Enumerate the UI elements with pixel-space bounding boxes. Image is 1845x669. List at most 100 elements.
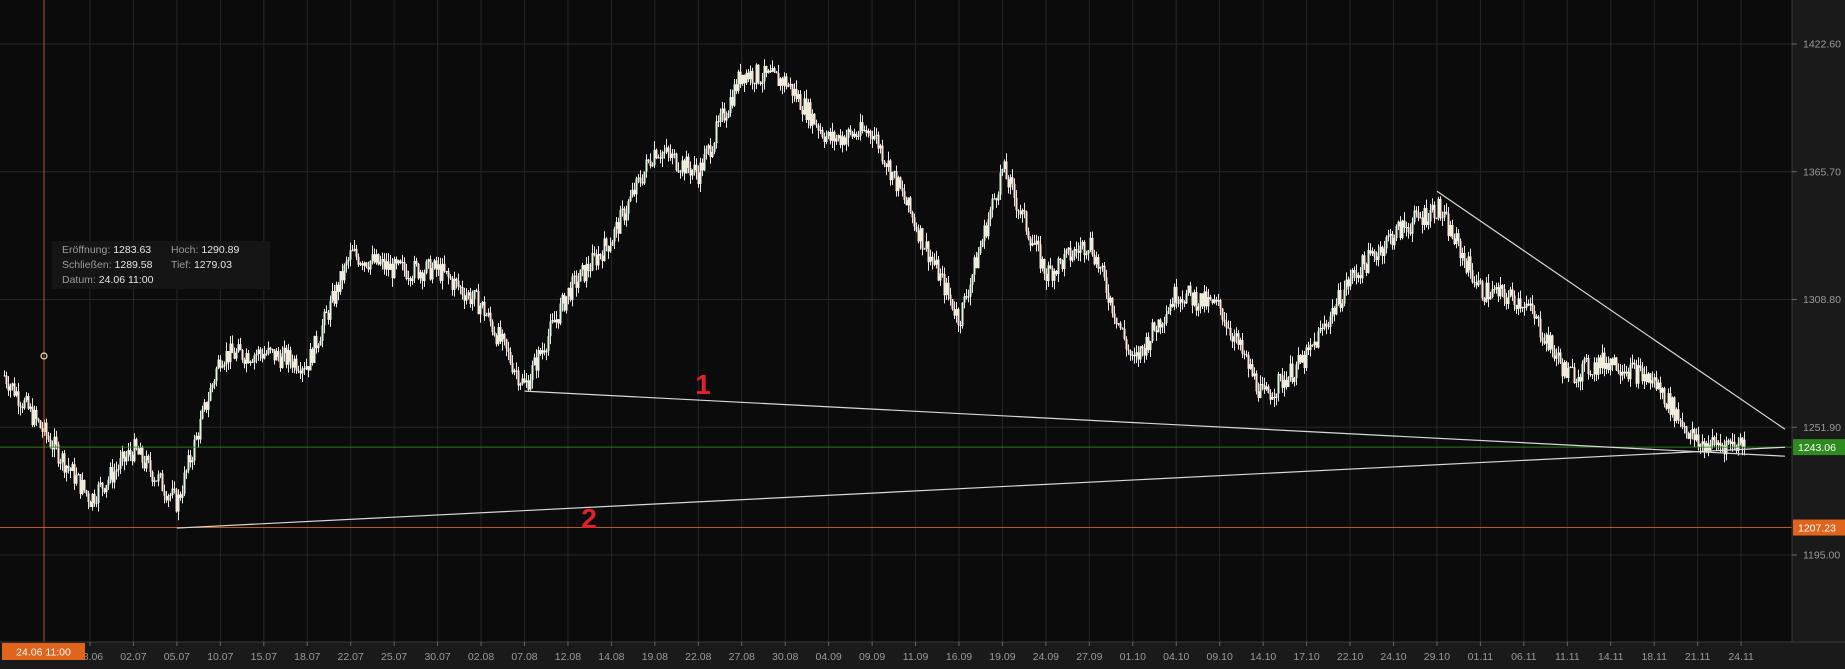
candle-down: [233, 353, 236, 359]
candle-up: [1117, 323, 1120, 325]
candle-up: [1583, 358, 1586, 364]
candle-up: [185, 470, 188, 473]
candle-up: [445, 271, 448, 273]
price-chart[interactable]: 1422.601365.701308.801251.901195.00 28.0…: [0, 0, 1845, 669]
candle-up: [847, 129, 850, 138]
candle-up: [837, 135, 840, 139]
candle-down: [247, 353, 250, 363]
candle-up: [819, 129, 822, 131]
candle-up: [1657, 382, 1660, 390]
candle-down: [141, 447, 144, 463]
candle-down: [469, 292, 472, 305]
candle-down: [395, 258, 398, 264]
candle-down: [1137, 352, 1140, 360]
candle-down: [155, 480, 158, 482]
candle-up: [653, 149, 656, 166]
candle-down: [461, 286, 464, 295]
candle-down: [17, 391, 20, 406]
candle-down: [197, 435, 200, 440]
candle-down: [687, 156, 690, 168]
candle-down: [1715, 440, 1718, 446]
candle-down: [675, 153, 678, 171]
candle-up: [961, 302, 964, 326]
chart-background: [0, 0, 1845, 669]
candle-up: [919, 228, 922, 242]
candle-up: [609, 245, 612, 252]
candle-down: [405, 270, 408, 279]
candle-down: [943, 274, 946, 296]
candle-up: [1323, 323, 1326, 329]
candle-up: [437, 264, 440, 270]
candle-down: [361, 263, 364, 266]
candle-up: [767, 70, 770, 73]
candle-up: [1081, 241, 1084, 246]
candle-up: [1253, 373, 1256, 377]
candle-down: [557, 319, 560, 324]
candle-down: [1245, 354, 1248, 356]
candle-down: [1693, 429, 1696, 441]
candle-up: [603, 238, 606, 262]
candle-down: [1359, 275, 1362, 279]
ohlc-info-panel: Eröffnung: 1283.63 Hoch: 1290.89 Schließ…: [52, 241, 270, 289]
ohlc-row-date: Datum: 24.06 11:00: [62, 273, 153, 288]
date-label: Datum:: [62, 274, 96, 286]
candle-up: [1283, 379, 1286, 388]
candle-down: [357, 256, 360, 265]
candle-up: [393, 258, 396, 279]
candle-up: [193, 439, 196, 461]
candle-down: [443, 263, 446, 272]
candle-down: [101, 482, 104, 489]
candle-down: [311, 348, 314, 363]
candle-down: [1353, 269, 1356, 273]
candle-down: [447, 271, 450, 277]
candle-down: [1333, 307, 1336, 315]
candle-down: [517, 370, 520, 386]
candle-up: [779, 78, 782, 86]
candle-up: [1349, 278, 1352, 287]
candle-down: [655, 149, 658, 159]
candle-down: [1281, 375, 1284, 388]
candle-up: [323, 311, 326, 326]
candle-up: [1401, 220, 1404, 238]
candle-up: [487, 312, 490, 316]
candle-down: [1121, 327, 1124, 329]
candle-down: [1105, 277, 1108, 293]
candle-up: [321, 325, 324, 342]
ohlc-row-close: Schließen: 1289.58: [62, 258, 153, 273]
candle-down: [73, 464, 76, 484]
candle-down: [1285, 379, 1288, 387]
candle-up: [1419, 217, 1422, 219]
candle-down: [905, 200, 908, 206]
candle-down: [3, 375, 6, 377]
candle-down: [1191, 292, 1194, 306]
candle-up: [1259, 384, 1262, 398]
candle-up: [271, 349, 274, 351]
candle-up: [61, 453, 64, 463]
candle-up: [1593, 362, 1596, 375]
candle-up: [1581, 363, 1584, 382]
candle-down: [1221, 308, 1224, 320]
candle-up: [577, 281, 580, 288]
candle-up: [745, 72, 748, 84]
candle-down: [855, 133, 858, 137]
candle-up: [1271, 396, 1274, 400]
y-tick-label: 1251.90: [1803, 422, 1841, 434]
candle-up: [207, 400, 210, 410]
candle-up: [75, 475, 78, 484]
candle-down: [451, 278, 454, 290]
candle-up: [1493, 289, 1496, 291]
candle-up: [1507, 296, 1510, 305]
candle-down: [861, 122, 864, 131]
candle-down: [1025, 211, 1028, 232]
candle-up: [1275, 393, 1278, 399]
candle-up: [1249, 364, 1252, 369]
candle-up: [107, 479, 110, 486]
candle-up: [427, 259, 430, 262]
candle-up: [1301, 354, 1304, 363]
candle-down: [227, 351, 230, 363]
candle-down: [1681, 421, 1684, 427]
candle-up: [579, 269, 582, 282]
candle-down: [93, 493, 96, 504]
candle-up: [611, 241, 614, 246]
y-axis-panel[interactable]: [1792, 0, 1845, 642]
